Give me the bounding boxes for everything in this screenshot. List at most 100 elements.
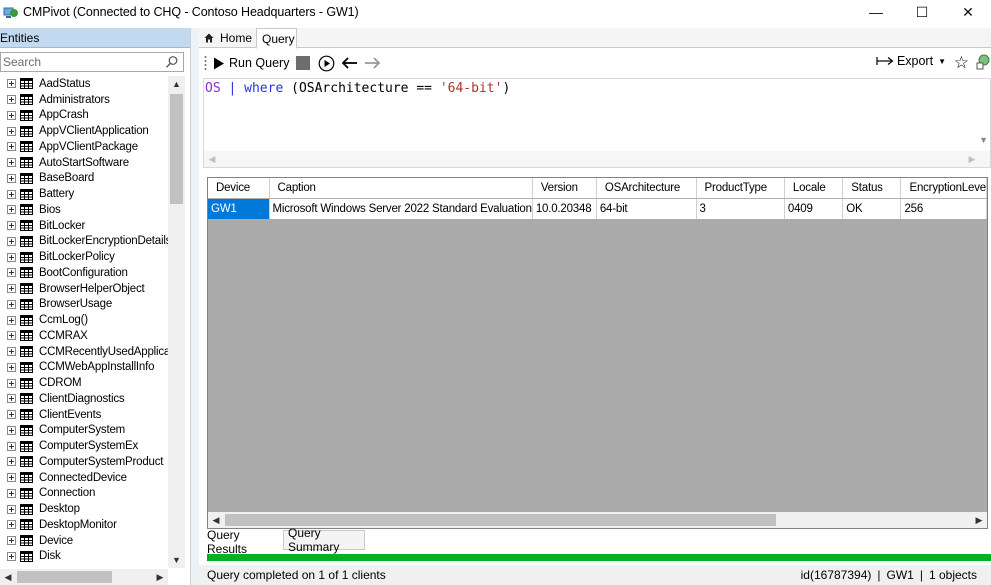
- cell-producttype[interactable]: 3: [696, 198, 785, 219]
- entity-tree-item[interactable]: BrowserUsage: [0, 297, 168, 313]
- tab-query-summary[interactable]: Query Summary: [283, 526, 365, 554]
- query-editor[interactable]: OS | where (OSArchitecture == '64-bit') …: [203, 78, 991, 168]
- minimize-button[interactable]: —: [853, 0, 899, 24]
- entity-tree-item[interactable]: Connection: [0, 486, 168, 502]
- editor-scroll-right-icon[interactable]: ▶: [964, 151, 980, 167]
- cell-caption[interactable]: Microsoft Windows Server 2022 Standard E…: [269, 198, 533, 219]
- entity-tree-item[interactable]: BaseBoard: [0, 171, 168, 187]
- expand-icon[interactable]: [7, 488, 16, 498]
- expand-icon[interactable]: [7, 425, 16, 435]
- column-header-status[interactable]: Status: [842, 178, 902, 199]
- editor-scroll-left-icon[interactable]: ◀: [204, 151, 220, 167]
- expand-icon[interactable]: [7, 189, 16, 199]
- entity-tree-item[interactable]: AadStatus: [0, 76, 168, 92]
- expand-icon[interactable]: [7, 110, 16, 120]
- entity-tree-item[interactable]: AutoStartSoftware: [0, 155, 168, 171]
- entity-tree-item[interactable]: CCMWebAppInstallInfo: [0, 360, 168, 376]
- entity-tree-item[interactable]: DesktopMonitor: [0, 517, 168, 533]
- search-input[interactable]: Search: [0, 52, 184, 72]
- expand-icon[interactable]: [7, 236, 16, 246]
- column-header-osarchitecture[interactable]: OSArchitecture: [596, 178, 697, 199]
- forward-button[interactable]: [364, 56, 381, 70]
- entity-tree-horizontal-scrollbar[interactable]: ◀ ▶: [0, 569, 168, 585]
- entity-tree-item[interactable]: CCMRecentlyUsedApplicat: [0, 344, 168, 360]
- entity-tree-item[interactable]: CcmLog(): [0, 312, 168, 328]
- expand-icon[interactable]: [7, 299, 16, 309]
- expand-icon[interactable]: [7, 520, 16, 530]
- scroll-right-arrow-icon[interactable]: ▶: [152, 569, 168, 585]
- cell-version[interactable]: 10.0.20348: [532, 198, 597, 219]
- favorite-star-icon[interactable]: ☆: [954, 53, 969, 73]
- export-button[interactable]: Export ▼: [876, 54, 946, 68]
- column-header-producttype[interactable]: ProductType: [696, 178, 785, 199]
- entity-tree-item[interactable]: Desktop: [0, 501, 168, 517]
- scroll-thumb[interactable]: [225, 514, 776, 526]
- editor-scroll-down-icon[interactable]: ▼: [979, 135, 988, 145]
- expand-icon[interactable]: [7, 158, 16, 168]
- entity-tree-item[interactable]: ClientDiagnostics: [0, 391, 168, 407]
- run-async-button[interactable]: [318, 55, 335, 72]
- cell-status[interactable]: OK: [842, 198, 902, 219]
- expand-icon[interactable]: [7, 126, 16, 136]
- expand-icon[interactable]: [7, 362, 16, 372]
- expand-icon[interactable]: [7, 95, 16, 105]
- scroll-thumb[interactable]: [17, 571, 112, 583]
- column-header-device[interactable]: Device: [208, 178, 270, 199]
- column-header-version[interactable]: Version: [532, 178, 597, 199]
- expand-icon[interactable]: [7, 252, 16, 262]
- cell-encryptionlevel[interactable]: 256: [900, 198, 987, 219]
- run-query-button[interactable]: Run Query: [213, 52, 289, 74]
- entity-tree-vertical-scrollbar[interactable]: ▲ ▼: [168, 76, 185, 568]
- cell-locale[interactable]: 0409: [784, 198, 844, 219]
- expand-icon[interactable]: [7, 536, 16, 546]
- entity-tree-item[interactable]: Administrators: [0, 92, 168, 108]
- entity-tree-item[interactable]: ComputerSystem: [0, 423, 168, 439]
- scroll-left-arrow-icon[interactable]: ◀: [208, 512, 224, 528]
- scroll-right-arrow-icon[interactable]: ▶: [971, 512, 987, 528]
- expand-icon[interactable]: [7, 173, 16, 183]
- scroll-up-arrow-icon[interactable]: ▲: [168, 76, 185, 92]
- entity-tree-item[interactable]: ComputerSystemProduct: [0, 454, 168, 470]
- column-header-encryptionlevel[interactable]: EncryptionLeve: [900, 178, 987, 199]
- expand-icon[interactable]: [7, 79, 16, 89]
- expand-icon[interactable]: [7, 205, 16, 215]
- entity-tree-item[interactable]: BitLockerEncryptionDetails: [0, 234, 168, 250]
- column-header-locale[interactable]: Locale: [784, 178, 844, 199]
- expand-icon[interactable]: [7, 410, 16, 420]
- expand-icon[interactable]: [7, 394, 16, 404]
- panel-splitter[interactable]: [190, 28, 199, 585]
- expand-icon[interactable]: [7, 457, 16, 467]
- entity-tree-item[interactable]: ConnectedDevice: [0, 470, 168, 486]
- cell-osarchitecture[interactable]: 64-bit: [596, 198, 697, 219]
- expand-icon[interactable]: [7, 347, 16, 357]
- entity-tree-item[interactable]: CCMRAX: [0, 328, 168, 344]
- entity-tree-item[interactable]: Bios: [0, 202, 168, 218]
- scroll-left-arrow-icon[interactable]: ◀: [0, 569, 16, 585]
- entity-tree-item[interactable]: BootConfiguration: [0, 265, 168, 281]
- entity-tree-item[interactable]: Device: [0, 533, 168, 549]
- expand-icon[interactable]: [7, 473, 16, 483]
- entity-tree-item[interactable]: BrowserHelperObject: [0, 281, 168, 297]
- expand-icon[interactable]: [7, 284, 16, 294]
- entity-tree-item[interactable]: ComputerSystemEx: [0, 438, 168, 454]
- expand-icon[interactable]: [7, 221, 16, 231]
- expand-icon[interactable]: [7, 378, 16, 388]
- expand-icon[interactable]: [7, 551, 16, 561]
- tab-query-results[interactable]: Query Results: [203, 528, 283, 556]
- table-row[interactable]: GW1 Microsoft Windows Server 2022 Standa…: [208, 198, 987, 219]
- expand-icon[interactable]: [7, 268, 16, 278]
- entity-tree-item[interactable]: CDROM: [0, 375, 168, 391]
- entity-tree-item[interactable]: AppCrash: [0, 108, 168, 124]
- entity-tree-item[interactable]: AppVClientPackage: [0, 139, 168, 155]
- maximize-button[interactable]: ☐: [899, 0, 945, 24]
- expand-icon[interactable]: [7, 142, 16, 152]
- entity-tree-item[interactable]: AppVClientApplication: [0, 123, 168, 139]
- stop-button[interactable]: [296, 56, 311, 70]
- expand-icon[interactable]: [7, 331, 16, 341]
- entity-tree-item[interactable]: BitLockerPolicy: [0, 249, 168, 265]
- tab-home[interactable]: Home: [199, 28, 257, 48]
- editor-horizontal-scrollbar[interactable]: ◀ ▶: [204, 151, 990, 167]
- add-to-collection-icon[interactable]: [975, 54, 991, 70]
- entity-tree-item[interactable]: ClientEvents: [0, 407, 168, 423]
- entity-tree-item[interactable]: Battery: [0, 186, 168, 202]
